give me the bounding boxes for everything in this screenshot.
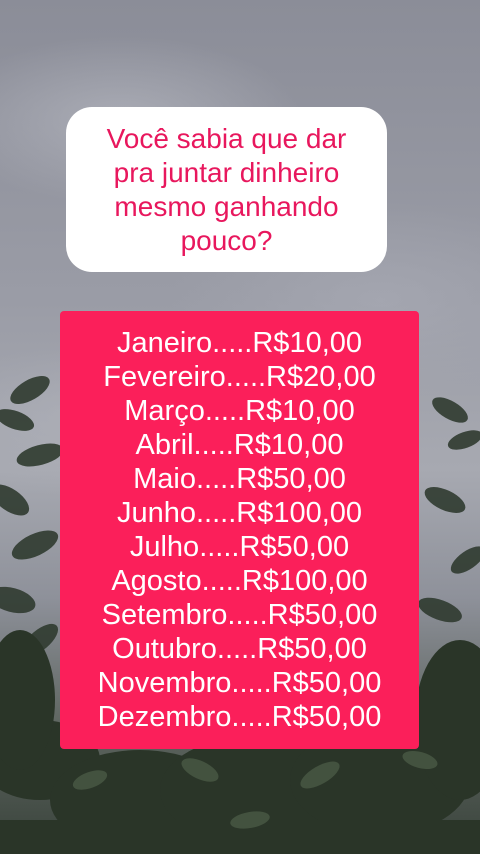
question-bubble: Você sabia que dar pra juntar dinheiro m… (66, 107, 387, 272)
month-row-setembro: Setembro.....R$50,00 (101, 599, 378, 631)
month-row-agosto: Agosto.....R$100,00 (111, 565, 368, 597)
month-row-abril: Abril.....R$10,00 (135, 429, 344, 461)
savings-plan-list: Janeiro.....R$10,00 Fevereiro.....R$20,0… (60, 311, 419, 749)
month-row-novembro: Novembro.....R$50,00 (97, 667, 382, 699)
month-row-dezembro: Dezembro.....R$50,00 (97, 701, 382, 733)
month-row-outubro: Outubro.....R$50,00 (112, 633, 367, 665)
question-text: Você sabia que dar pra juntar dinheiro m… (106, 122, 347, 256)
month-row-marco: Março.....R$10,00 (124, 395, 355, 427)
month-row-maio: Maio.....R$50,00 (133, 463, 346, 495)
month-row-junho: Junho.....R$100,00 (116, 497, 363, 529)
month-row-julho: Julho.....R$50,00 (129, 531, 350, 563)
month-row-fevereiro: Fevereiro.....R$20,00 (103, 361, 376, 393)
month-row-janeiro: Janeiro.....R$10,00 (116, 327, 363, 359)
